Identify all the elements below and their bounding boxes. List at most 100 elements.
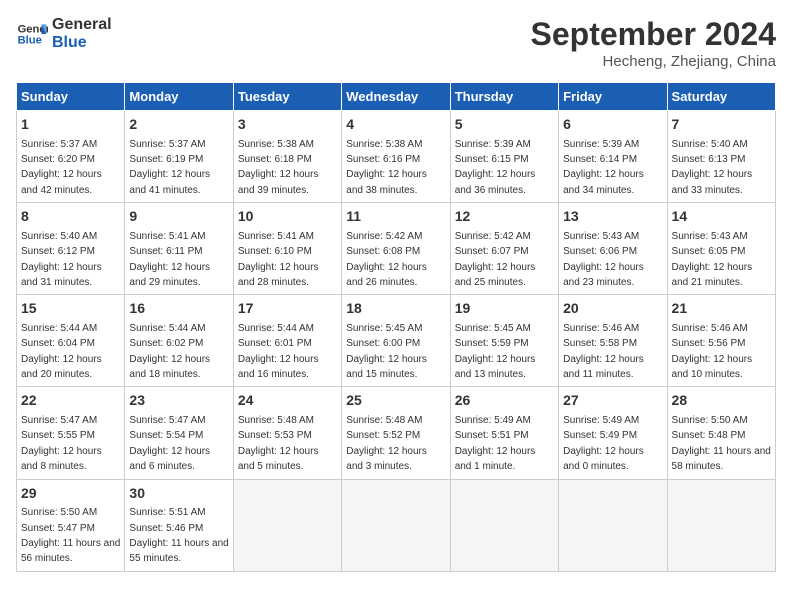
day-number: 12 xyxy=(455,207,554,227)
day-number: 21 xyxy=(672,299,771,319)
table-row: 23 Sunrise: 5:47 AMSunset: 5:54 PMDaylig… xyxy=(125,387,233,479)
svg-text:Blue: Blue xyxy=(18,35,42,47)
day-info: Sunrise: 5:39 AMSunset: 6:15 PMDaylight:… xyxy=(455,139,536,196)
day-number: 9 xyxy=(129,207,228,227)
calendar-week-row: 22 Sunrise: 5:47 AMSunset: 5:55 PMDaylig… xyxy=(17,387,776,479)
day-number: 22 xyxy=(21,391,120,411)
col-monday: Monday xyxy=(125,83,233,111)
table-row: 14 Sunrise: 5:43 AMSunset: 6:05 PMDaylig… xyxy=(667,203,775,295)
table-row: 29 Sunrise: 5:50 AMSunset: 5:47 PMDaylig… xyxy=(17,479,125,571)
day-number: 30 xyxy=(129,484,228,504)
day-info: Sunrise: 5:42 AMSunset: 6:07 PMDaylight:… xyxy=(455,231,536,288)
table-row: 28 Sunrise: 5:50 AMSunset: 5:48 PMDaylig… xyxy=(667,387,775,479)
day-number: 26 xyxy=(455,391,554,411)
table-row: 27 Sunrise: 5:49 AMSunset: 5:49 PMDaylig… xyxy=(559,387,667,479)
table-row: 20 Sunrise: 5:46 AMSunset: 5:58 PMDaylig… xyxy=(559,295,667,387)
day-number: 18 xyxy=(346,299,445,319)
table-row: 12 Sunrise: 5:42 AMSunset: 6:07 PMDaylig… xyxy=(450,203,558,295)
logo-blue: Blue xyxy=(52,34,112,52)
day-info: Sunrise: 5:44 AMSunset: 6:01 PMDaylight:… xyxy=(238,323,319,380)
col-wednesday: Wednesday xyxy=(342,83,450,111)
day-number: 24 xyxy=(238,391,337,411)
day-number: 3 xyxy=(238,115,337,135)
day-number: 10 xyxy=(238,207,337,227)
table-row: 8 Sunrise: 5:40 AMSunset: 6:12 PMDayligh… xyxy=(17,203,125,295)
table-row xyxy=(450,479,558,571)
day-info: Sunrise: 5:49 AMSunset: 5:49 PMDaylight:… xyxy=(563,415,644,472)
calendar-week-row: 1 Sunrise: 5:37 AMSunset: 6:20 PMDayligh… xyxy=(17,111,776,203)
table-row: 15 Sunrise: 5:44 AMSunset: 6:04 PMDaylig… xyxy=(17,295,125,387)
col-thursday: Thursday xyxy=(450,83,558,111)
day-info: Sunrise: 5:40 AMSunset: 6:13 PMDaylight:… xyxy=(672,139,753,196)
logo: General Blue General Blue xyxy=(16,16,112,52)
table-row: 16 Sunrise: 5:44 AMSunset: 6:02 PMDaylig… xyxy=(125,295,233,387)
col-friday: Friday xyxy=(559,83,667,111)
col-sunday: Sunday xyxy=(17,83,125,111)
table-row: 24 Sunrise: 5:48 AMSunset: 5:53 PMDaylig… xyxy=(233,387,341,479)
day-number: 29 xyxy=(21,484,120,504)
day-info: Sunrise: 5:47 AMSunset: 5:54 PMDaylight:… xyxy=(129,415,210,472)
table-row: 21 Sunrise: 5:46 AMSunset: 5:56 PMDaylig… xyxy=(667,295,775,387)
day-number: 14 xyxy=(672,207,771,227)
day-number: 17 xyxy=(238,299,337,319)
day-info: Sunrise: 5:50 AMSunset: 5:47 PMDaylight:… xyxy=(21,507,120,564)
calendar-week-row: 8 Sunrise: 5:40 AMSunset: 6:12 PMDayligh… xyxy=(17,203,776,295)
day-info: Sunrise: 5:48 AMSunset: 5:53 PMDaylight:… xyxy=(238,415,319,472)
table-row: 25 Sunrise: 5:48 AMSunset: 5:52 PMDaylig… xyxy=(342,387,450,479)
col-tuesday: Tuesday xyxy=(233,83,341,111)
day-info: Sunrise: 5:49 AMSunset: 5:51 PMDaylight:… xyxy=(455,415,536,472)
day-info: Sunrise: 5:43 AMSunset: 6:06 PMDaylight:… xyxy=(563,231,644,288)
day-info: Sunrise: 5:40 AMSunset: 6:12 PMDaylight:… xyxy=(21,231,102,288)
day-info: Sunrise: 5:46 AMSunset: 5:58 PMDaylight:… xyxy=(563,323,644,380)
table-row: 5 Sunrise: 5:39 AMSunset: 6:15 PMDayligh… xyxy=(450,111,558,203)
table-row: 9 Sunrise: 5:41 AMSunset: 6:11 PMDayligh… xyxy=(125,203,233,295)
day-info: Sunrise: 5:45 AMSunset: 6:00 PMDaylight:… xyxy=(346,323,427,380)
table-row: 18 Sunrise: 5:45 AMSunset: 6:00 PMDaylig… xyxy=(342,295,450,387)
calendar-header-row: Sunday Monday Tuesday Wednesday Thursday… xyxy=(17,83,776,111)
table-row: 19 Sunrise: 5:45 AMSunset: 5:59 PMDaylig… xyxy=(450,295,558,387)
table-row: 22 Sunrise: 5:47 AMSunset: 5:55 PMDaylig… xyxy=(17,387,125,479)
day-info: Sunrise: 5:50 AMSunset: 5:48 PMDaylight:… xyxy=(672,415,771,472)
day-number: 28 xyxy=(672,391,771,411)
page-header: General Blue General Blue September 2024… xyxy=(16,16,776,70)
day-info: Sunrise: 5:41 AMSunset: 6:11 PMDaylight:… xyxy=(129,231,210,288)
day-number: 16 xyxy=(129,299,228,319)
day-info: Sunrise: 5:42 AMSunset: 6:08 PMDaylight:… xyxy=(346,231,427,288)
day-number: 8 xyxy=(21,207,120,227)
location: Hecheng, Zhejiang, China xyxy=(531,53,776,70)
day-info: Sunrise: 5:43 AMSunset: 6:05 PMDaylight:… xyxy=(672,231,753,288)
day-info: Sunrise: 5:44 AMSunset: 6:04 PMDaylight:… xyxy=(21,323,102,380)
month-title: September 2024 xyxy=(531,16,776,53)
day-info: Sunrise: 5:44 AMSunset: 6:02 PMDaylight:… xyxy=(129,323,210,380)
day-info: Sunrise: 5:37 AMSunset: 6:20 PMDaylight:… xyxy=(21,139,102,196)
table-row xyxy=(667,479,775,571)
day-info: Sunrise: 5:41 AMSunset: 6:10 PMDaylight:… xyxy=(238,231,319,288)
day-number: 6 xyxy=(563,115,662,135)
day-number: 11 xyxy=(346,207,445,227)
table-row: 26 Sunrise: 5:49 AMSunset: 5:51 PMDaylig… xyxy=(450,387,558,479)
day-number: 2 xyxy=(129,115,228,135)
day-number: 13 xyxy=(563,207,662,227)
day-number: 7 xyxy=(672,115,771,135)
table-row: 17 Sunrise: 5:44 AMSunset: 6:01 PMDaylig… xyxy=(233,295,341,387)
day-info: Sunrise: 5:46 AMSunset: 5:56 PMDaylight:… xyxy=(672,323,753,380)
day-info: Sunrise: 5:45 AMSunset: 5:59 PMDaylight:… xyxy=(455,323,536,380)
day-number: 4 xyxy=(346,115,445,135)
table-row: 11 Sunrise: 5:42 AMSunset: 6:08 PMDaylig… xyxy=(342,203,450,295)
table-row xyxy=(559,479,667,571)
logo-general: General xyxy=(52,16,112,34)
table-row: 13 Sunrise: 5:43 AMSunset: 6:06 PMDaylig… xyxy=(559,203,667,295)
day-info: Sunrise: 5:48 AMSunset: 5:52 PMDaylight:… xyxy=(346,415,427,472)
logo-icon: General Blue xyxy=(16,18,48,50)
day-number: 1 xyxy=(21,115,120,135)
day-number: 15 xyxy=(21,299,120,319)
day-number: 5 xyxy=(455,115,554,135)
table-row: 6 Sunrise: 5:39 AMSunset: 6:14 PMDayligh… xyxy=(559,111,667,203)
table-row: 30 Sunrise: 5:51 AMSunset: 5:46 PMDaylig… xyxy=(125,479,233,571)
day-info: Sunrise: 5:39 AMSunset: 6:14 PMDaylight:… xyxy=(563,139,644,196)
table-row: 3 Sunrise: 5:38 AMSunset: 6:18 PMDayligh… xyxy=(233,111,341,203)
col-saturday: Saturday xyxy=(667,83,775,111)
day-number: 23 xyxy=(129,391,228,411)
table-row: 4 Sunrise: 5:38 AMSunset: 6:16 PMDayligh… xyxy=(342,111,450,203)
day-info: Sunrise: 5:38 AMSunset: 6:18 PMDaylight:… xyxy=(238,139,319,196)
